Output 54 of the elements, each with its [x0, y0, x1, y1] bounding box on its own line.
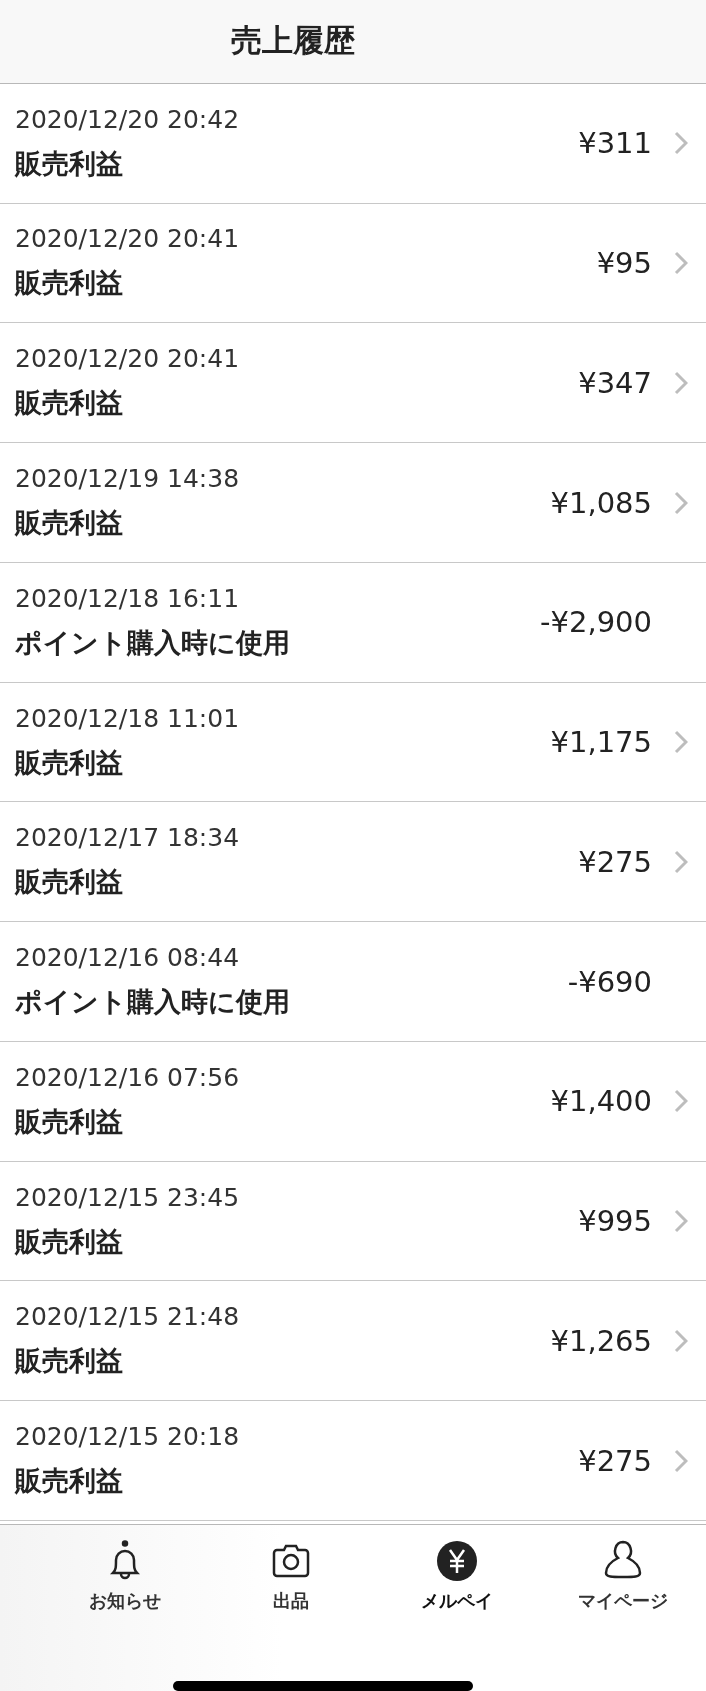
transaction-date: 2020/12/15 23:45 [15, 1182, 241, 1212]
transaction-row[interactable]: 2020/12/15 20:18 販売利益 ¥275 [0, 1401, 706, 1521]
page-title: 売上履歴 [231, 21, 355, 61]
transaction-label: ポイント購入時に使用 [15, 985, 291, 1020]
transaction-date: 2020/12/17 18:34 [15, 823, 241, 853]
tab-bar-item[interactable]: 出品 [208, 1539, 374, 1613]
transaction-row[interactable]: 2020/12/20 20:41 販売利益 ¥95 [0, 203, 706, 324]
transaction-row[interactable]: 2020/12/18 11:01 販売利益 ¥1,175 [0, 682, 706, 803]
transaction-label: 販売利益 [15, 1344, 124, 1379]
transaction-amount: ¥275 [578, 1443, 652, 1478]
transaction-amount: -¥690 [567, 964, 652, 999]
transaction-amount: ¥1,085 [550, 485, 652, 520]
transaction-date: 2020/12/18 16:11 [15, 583, 241, 613]
transaction-date: 2020/12/18 11:01 [15, 703, 241, 733]
transaction-date: 2020/12/20 20:42 [15, 104, 241, 134]
transaction-amount: ¥311 [578, 126, 652, 161]
transaction-date: 2020/12/20 20:41 [15, 224, 241, 254]
transaction-amount: -¥2,900 [540, 605, 652, 640]
transaction-amount: ¥995 [578, 1204, 652, 1239]
transaction-label: 販売利益 [15, 1224, 124, 1259]
tab-bar-item[interactable]: マイページ [540, 1539, 706, 1613]
transaction-amount: ¥275 [578, 844, 652, 879]
transaction-row[interactable]: 2020/12/17 18:34 販売利益 ¥275 [0, 802, 706, 923]
transaction-date: 2020/12/20 20:41 [15, 344, 241, 374]
transaction-label: 販売利益 [15, 1104, 124, 1139]
transaction-row[interactable]: 2020/12/15 21:48 販売利益 ¥1,265 [0, 1281, 706, 1402]
transaction-amount: ¥347 [578, 365, 652, 400]
transaction-amount: ¥1,400 [550, 1084, 652, 1119]
transaction-row[interactable]: 2020/12/16 07:56 販売利益 ¥1,400 [0, 1041, 706, 1162]
yen-icon [435, 1539, 479, 1583]
tab-bar-item[interactable]: メルペイ [374, 1539, 540, 1613]
transaction-amount: ¥1,175 [550, 725, 652, 760]
transaction-label: 販売利益 [15, 1464, 124, 1499]
transaction-date: 2020/12/19 14:38 [15, 464, 241, 493]
transaction-label: 販売利益 [15, 146, 124, 181]
transaction-label: 販売利益 [15, 745, 124, 780]
transaction-label: ポイント購入時に使用 [15, 625, 291, 660]
transaction-date: 2020/12/15 21:48 [15, 1302, 241, 1332]
transaction-label: 販売利益 [15, 506, 124, 540]
transaction-label: 販売利益 [15, 386, 124, 421]
transaction-row[interactable]: 2020/12/19 14:38 販売利益 ¥1,085 [0, 443, 706, 563]
transaction-row[interactable]: 2020/12/20 20:41 販売利益 ¥347 [0, 323, 706, 444]
transaction-amount: ¥95 [596, 245, 652, 280]
transaction-date: 2020/12/16 08:44 [15, 943, 241, 973]
transaction-row[interactable]: 2020/12/16 08:44 ポイント購入時に使用 -¥690 [0, 922, 706, 1042]
transaction-amount: ¥1,265 [550, 1323, 652, 1358]
transaction-label: 販売利益 [15, 865, 124, 900]
transaction-label: 販売利益 [15, 266, 124, 301]
transaction-row[interactable]: 2020/12/18 16:11 ポイント購入時に使用 -¥2,900 [0, 562, 706, 683]
tab-bar-item[interactable]: お知らせ [42, 1539, 208, 1613]
transaction-row[interactable]: 2020/12/15 23:45 販売利益 ¥995 [0, 1161, 706, 1282]
transaction-date: 2020/12/16 07:56 [15, 1062, 241, 1092]
transaction-date: 2020/12/15 20:18 [15, 1422, 241, 1452]
transaction-row[interactable]: 2020/12/20 20:42 販売利益 ¥311 [0, 83, 706, 204]
